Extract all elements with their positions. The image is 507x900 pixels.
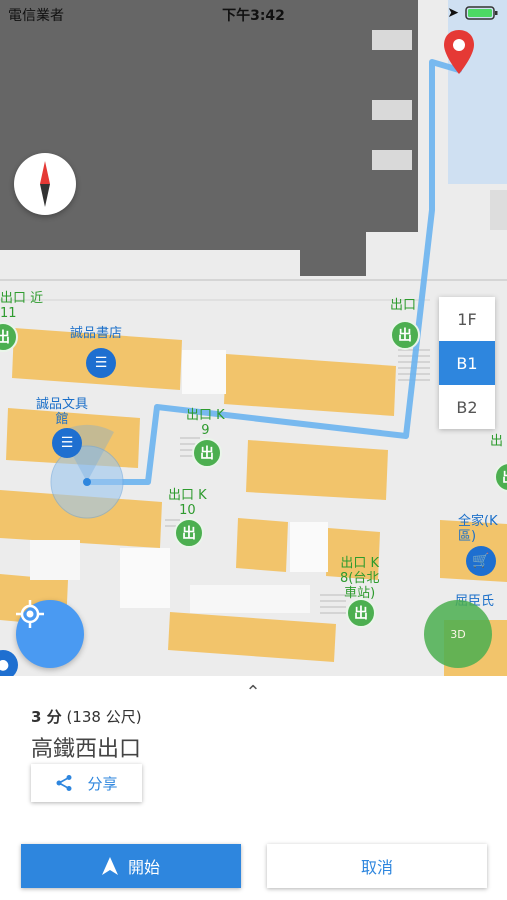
- cancel-label: 取消: [360, 858, 393, 877]
- floor-selector[interactable]: 1F B1 B2: [439, 297, 495, 429]
- distance: (138 公尺): [66, 708, 142, 726]
- compass-icon: [40, 161, 50, 207]
- status-icons: ➤: [447, 5, 499, 21]
- share-icon: [56, 775, 72, 791]
- route-summary: 3 分 (138 公尺): [31, 706, 142, 727]
- poi-exit-k10[interactable]: 出口 K 10: [168, 488, 207, 518]
- poi-familymart[interactable]: 全家(K 區): [458, 514, 498, 544]
- poi-eslite-stationery[interactable]: 誠品文具 館: [36, 397, 88, 427]
- floor-1f[interactable]: 1F: [439, 297, 495, 341]
- start-label: 開始: [127, 858, 160, 877]
- share-label: 分享: [87, 774, 118, 793]
- battery-icon: [465, 6, 498, 20]
- exit-icon[interactable]: 出: [192, 438, 222, 468]
- cart-icon[interactable]: 🛒: [466, 546, 496, 576]
- my-location-button[interactable]: [16, 600, 84, 668]
- destination-title: 高鐵西出口: [31, 737, 142, 762]
- book-icon[interactable]: ☰: [52, 428, 82, 458]
- duration: 3 分: [31, 708, 62, 726]
- compass-button[interactable]: [14, 153, 76, 215]
- exit-icon[interactable]: 出: [346, 598, 376, 628]
- exit-icon[interactable]: 出: [174, 518, 204, 548]
- poi-exit-right[interactable]: 出: [490, 434, 503, 449]
- share-button[interactable]: 分享: [31, 764, 142, 802]
- indoor-map[interactable]: 出口 近 11 出 誠品書店 ☰ 誠品文具 館 ☰ 出口 K 9 出 出口 K …: [0, 0, 507, 676]
- 3d-toggle-button[interactable]: 3D: [424, 600, 492, 668]
- floor-b1[interactable]: B1: [439, 341, 495, 385]
- chevron-up-icon[interactable]: ⌃: [243, 682, 263, 703]
- status-bar: 電信業者 下午3:42 ➤: [0, 0, 507, 28]
- clock: 下午3:42: [222, 8, 285, 24]
- poi-exit-k8[interactable]: 出口 K 8(台北 車站): [340, 556, 379, 601]
- exit-icon[interactable]: 出: [390, 320, 420, 350]
- book-icon[interactable]: ☰: [86, 348, 116, 378]
- poi-eslite-books[interactable]: 誠品書店: [70, 326, 122, 341]
- floor-b2[interactable]: B2: [439, 385, 495, 429]
- cancel-button[interactable]: 取消: [267, 844, 487, 888]
- 3d-label: 3D: [450, 627, 466, 641]
- poi-exit-left[interactable]: 出口 近 11: [0, 291, 43, 321]
- poi-exit-k9[interactable]: 出口 K 9: [186, 408, 225, 438]
- crosshair-icon: [16, 600, 44, 628]
- location-arrow-icon: ➤: [447, 5, 459, 21]
- start-button[interactable]: 開始: [21, 844, 241, 888]
- poi-exit-top[interactable]: 出口: [390, 298, 416, 313]
- route-sheet: ⌃ 3 分 (138 公尺) 高鐵西出口 分享 開始 取消: [0, 676, 507, 900]
- navigation-arrow-icon: [101, 857, 118, 875]
